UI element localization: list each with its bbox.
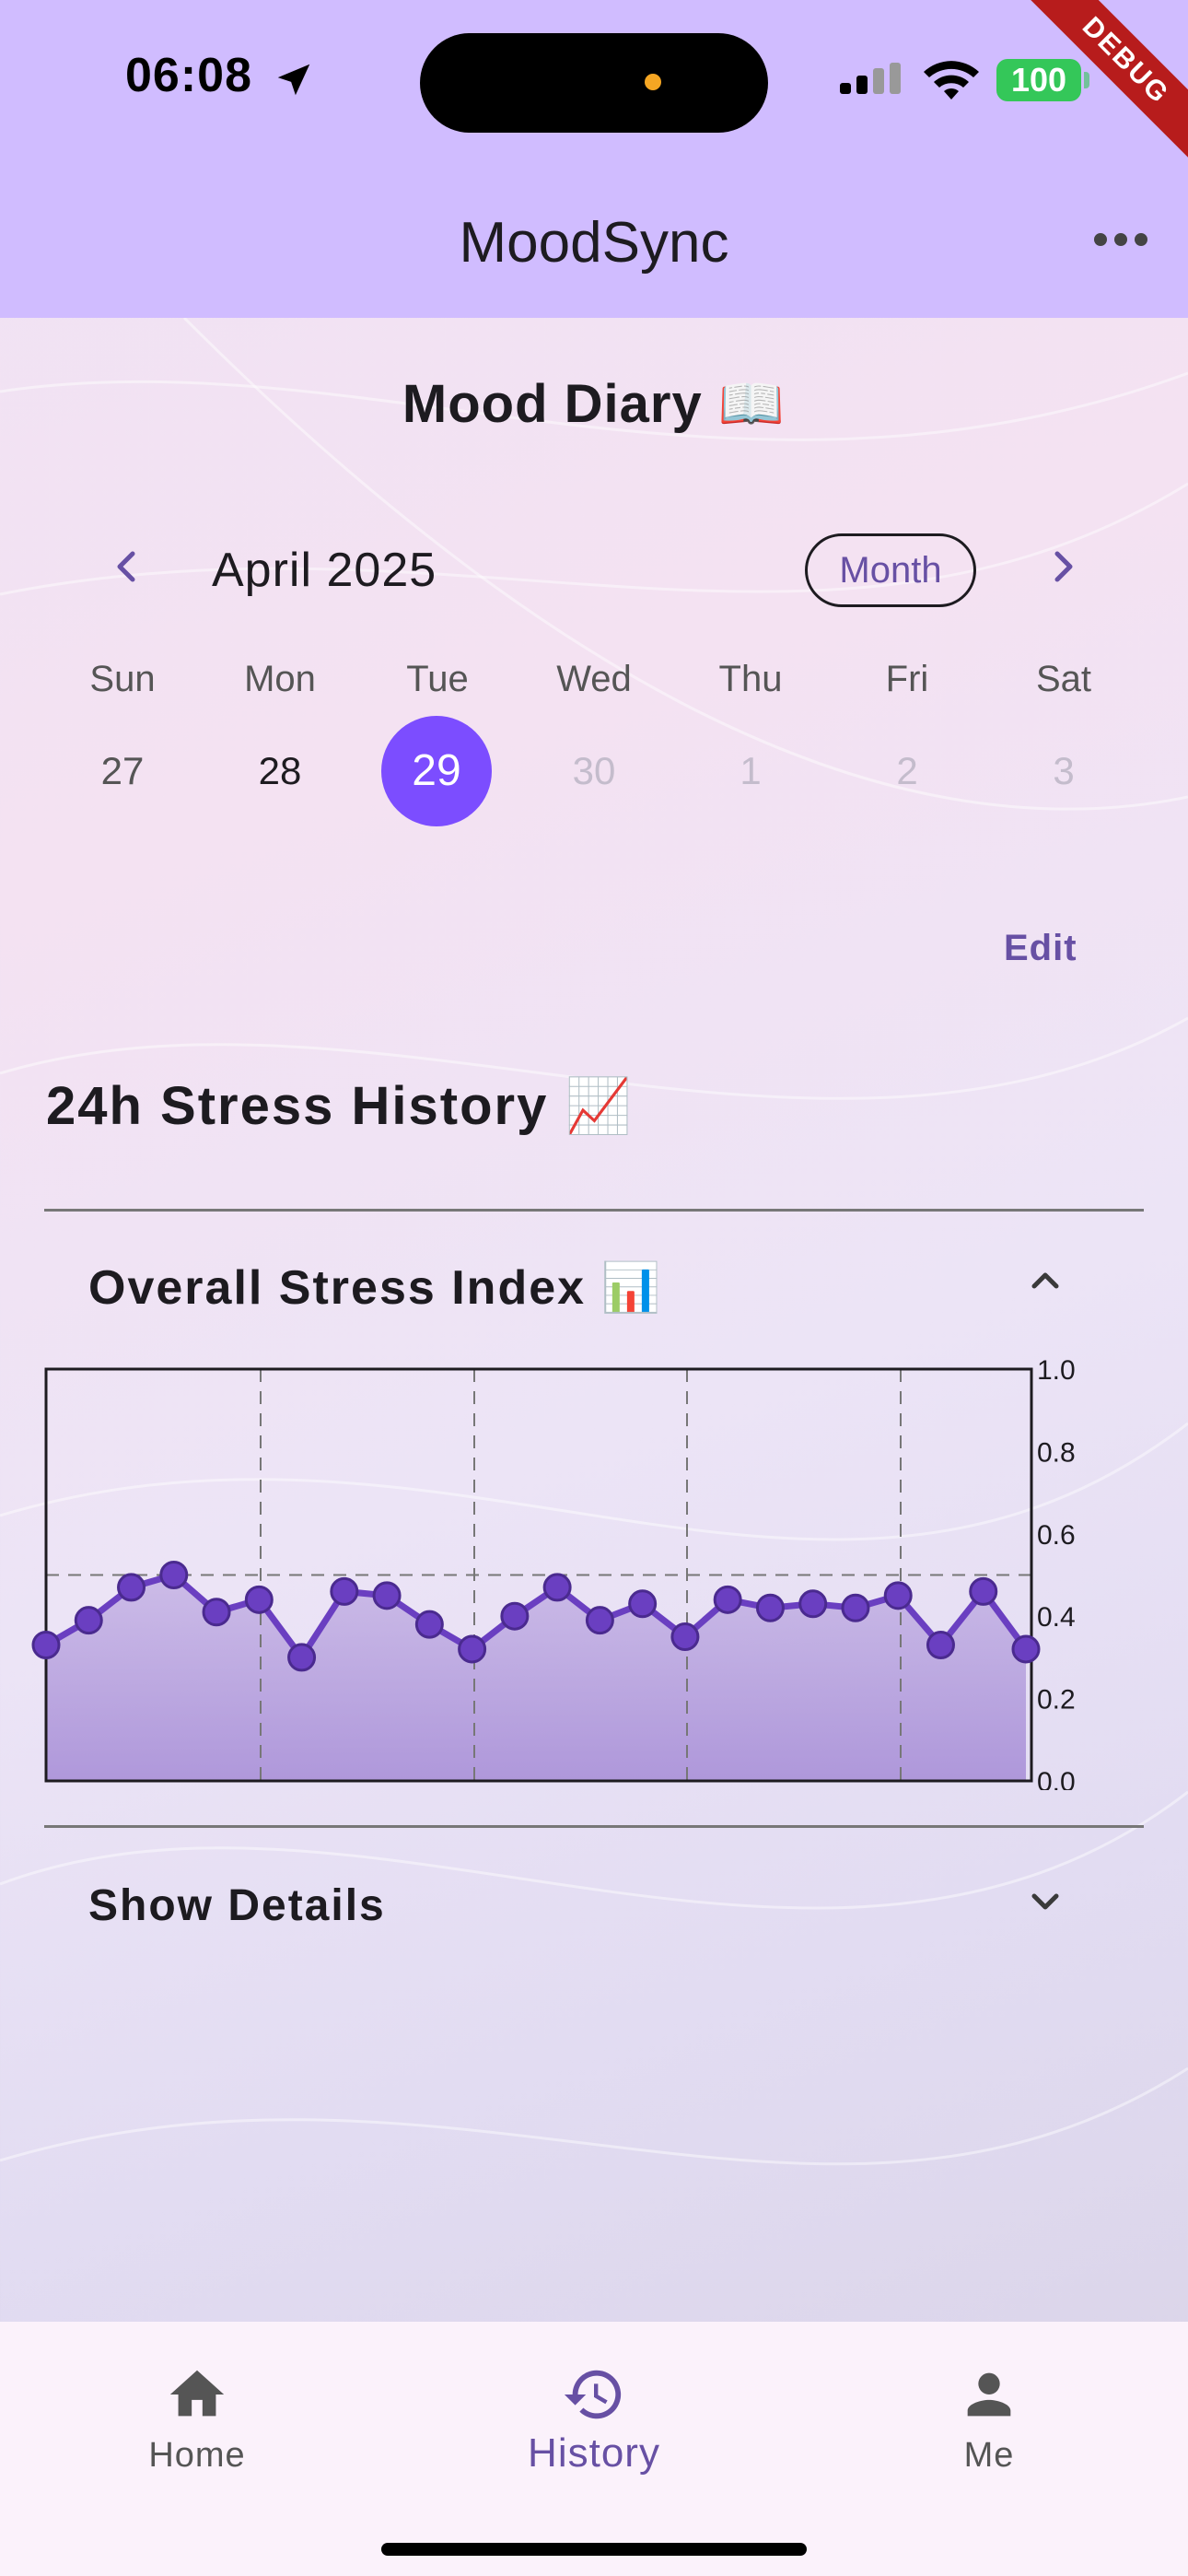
chart-data-point	[1011, 1634, 1041, 1664]
calendar-format-button[interactable]: Month	[805, 533, 976, 607]
home-indicator	[381, 2543, 807, 2556]
chart-data-point	[585, 1606, 614, 1635]
more-options-button[interactable]	[1090, 221, 1151, 258]
nav-label: Me	[963, 2436, 1015, 2475]
chart-data-point	[841, 1593, 870, 1622]
chart-data-point	[500, 1601, 530, 1631]
chart-data-point	[244, 1585, 274, 1614]
edit-button[interactable]: Edit	[1004, 928, 1077, 969]
home-icon	[169, 2370, 225, 2417]
weekday-label: Sat	[1035, 659, 1092, 699]
dynamic-island	[420, 33, 768, 133]
calendar-day[interactable]: 30	[539, 716, 649, 826]
wifi-icon	[924, 61, 979, 100]
nav-item-home[interactable]: Home	[77, 2340, 317, 2476]
nav-label: Home	[148, 2436, 246, 2475]
app-title: MoodSync	[459, 211, 729, 275]
chart-data-point	[31, 1630, 61, 1659]
chart-data-point	[330, 1576, 359, 1606]
chart-data-point	[287, 1643, 317, 1672]
location-arrow-icon	[277, 64, 310, 96]
chart-data-point	[458, 1634, 487, 1664]
chart-data-point	[969, 1576, 998, 1606]
calendar-day[interactable]: 2	[852, 716, 962, 826]
chart-data-point	[670, 1622, 700, 1652]
camera-indicator-dot	[645, 74, 661, 90]
chart-data-point	[117, 1573, 146, 1602]
chart-data-point	[542, 1573, 572, 1602]
status-time: 06:08	[125, 49, 252, 102]
chart-data-point	[414, 1610, 444, 1639]
more-dot-icon	[1114, 233, 1127, 246]
weekday-label: Thu	[718, 659, 783, 699]
next-month-chevron-icon[interactable]	[1035, 539, 1090, 594]
chart-y-tick-label: 0.4	[1037, 1602, 1076, 1633]
calendar-day[interactable]: 27	[67, 716, 178, 826]
stress-chart: 0.0 0.2 0.4 0.6 0.8 1.0	[31, 1357, 1076, 1790]
chevron-down-icon[interactable]	[1022, 1879, 1068, 1925]
more-dot-icon	[1094, 233, 1107, 246]
chart-data-point	[883, 1581, 913, 1610]
chart-data-point	[159, 1561, 189, 1589]
chart-area-fill	[46, 1575, 1026, 1781]
chart-data-point	[755, 1593, 785, 1622]
expansion-tile-title[interactable]: Overall Stress Index 📊	[88, 1259, 662, 1316]
chart-y-tick-label: 0.6	[1037, 1520, 1076, 1551]
battery-tip	[1084, 72, 1089, 88]
divider	[44, 1209, 1144, 1212]
chart-y-tick-label: 0.2	[1037, 1685, 1076, 1715]
chart-data-point	[202, 1598, 231, 1627]
calendar-day[interactable]: 28	[225, 716, 335, 826]
weekday-label: Tue	[406, 659, 469, 699]
nav-item-history[interactable]: History	[474, 2340, 714, 2476]
chart-y-tick-label: 0.8	[1037, 1437, 1076, 1468]
more-dot-icon	[1135, 233, 1147, 246]
chart-data-point	[713, 1585, 742, 1614]
bottom-navigation-bar: Home History Me	[0, 2322, 1188, 2576]
chart-data-point	[926, 1630, 955, 1659]
chart-y-tick-label: 1.0	[1037, 1357, 1076, 1386]
month-label: April 2025	[212, 544, 437, 597]
chart-data-point	[74, 1606, 103, 1635]
section-title: 24h Stress History 📈	[46, 1076, 634, 1136]
show-details-toggle[interactable]: Show Details	[88, 1880, 386, 1931]
chart-data-point	[798, 1589, 828, 1619]
previous-month-chevron-icon[interactable]	[99, 539, 155, 594]
chart-data-point	[372, 1581, 402, 1610]
nav-label: History	[528, 2430, 660, 2476]
person-icon	[967, 2372, 1011, 2417]
battery-indicator: 100	[996, 59, 1081, 101]
weekday-label: Wed	[556, 659, 632, 699]
chart-y-tick-label: 0.0	[1037, 1767, 1076, 1790]
chart-data-point	[628, 1589, 658, 1619]
background-waves	[0, 318, 1188, 2166]
cellular-signal-icon	[840, 63, 901, 94]
weekday-label: Fri	[885, 659, 929, 699]
calendar-day[interactable]: 3	[1008, 716, 1119, 826]
divider	[44, 1825, 1144, 1828]
app-bar: 06:08 100 DEBUG MoodSync	[0, 0, 1188, 318]
calendar-day[interactable]: 1	[695, 716, 806, 826]
nav-item-me[interactable]: Me	[869, 2340, 1109, 2476]
calendar-day-selected[interactable]: 29	[381, 716, 492, 826]
page-title: Mood Diary 📖	[402, 374, 786, 434]
history-icon	[564, 2370, 622, 2419]
weekday-label: Sun	[89, 659, 156, 699]
weekday-label: Mon	[244, 659, 316, 699]
chevron-up-icon[interactable]	[1022, 1258, 1068, 1304]
